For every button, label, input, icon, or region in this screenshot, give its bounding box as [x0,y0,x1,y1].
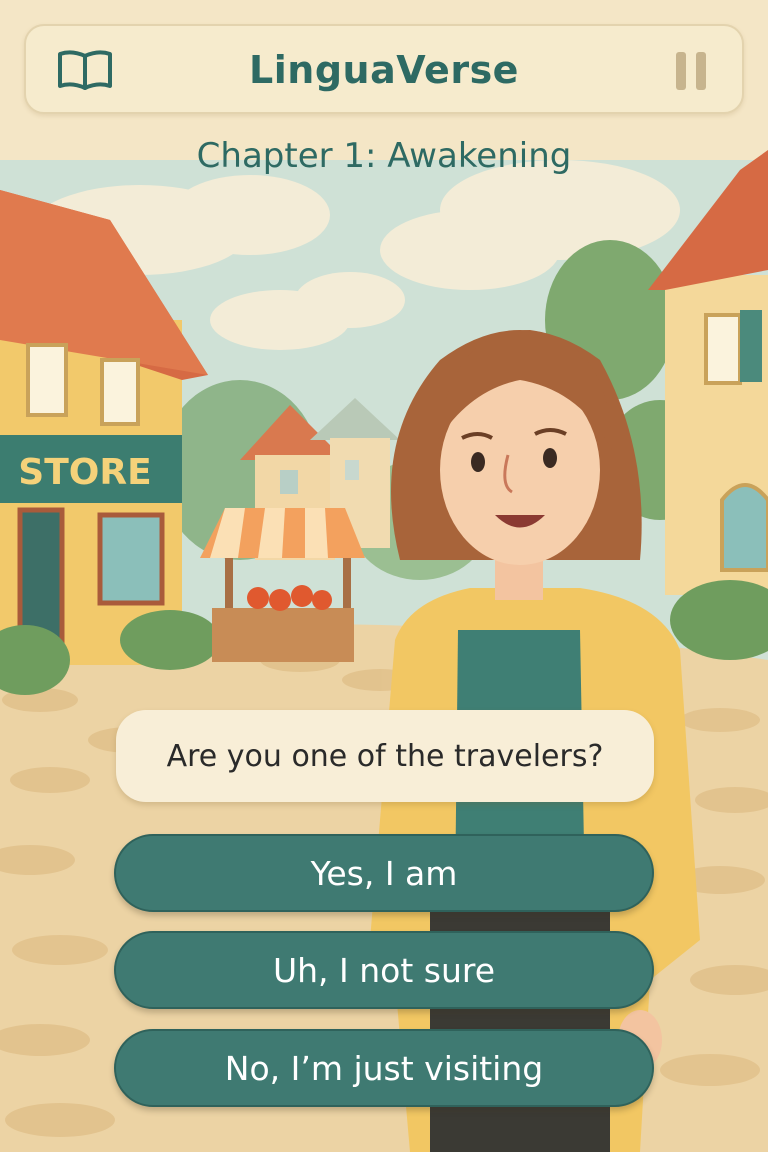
pause-icon[interactable] [676,52,708,90]
pause-bar-left [676,52,686,90]
chapter-title: Chapter 1: Awakening [196,136,572,176]
pause-bar-right [696,52,706,90]
choice-button-visiting[interactable]: No, I’m just visiting [114,1029,654,1107]
dialogue-bubble: Are you one of the travelers? [116,710,654,802]
dialogue-text: Are you one of the travelers? [166,738,604,774]
app-title: LinguaVerse [249,48,519,92]
choice-button-yes[interactable]: Yes, I am [114,834,654,912]
choice-button-not-sure[interactable]: Uh, I not sure [114,931,654,1009]
top-bar: LinguaVerse [24,24,744,114]
store-sign: STORE [18,452,151,493]
